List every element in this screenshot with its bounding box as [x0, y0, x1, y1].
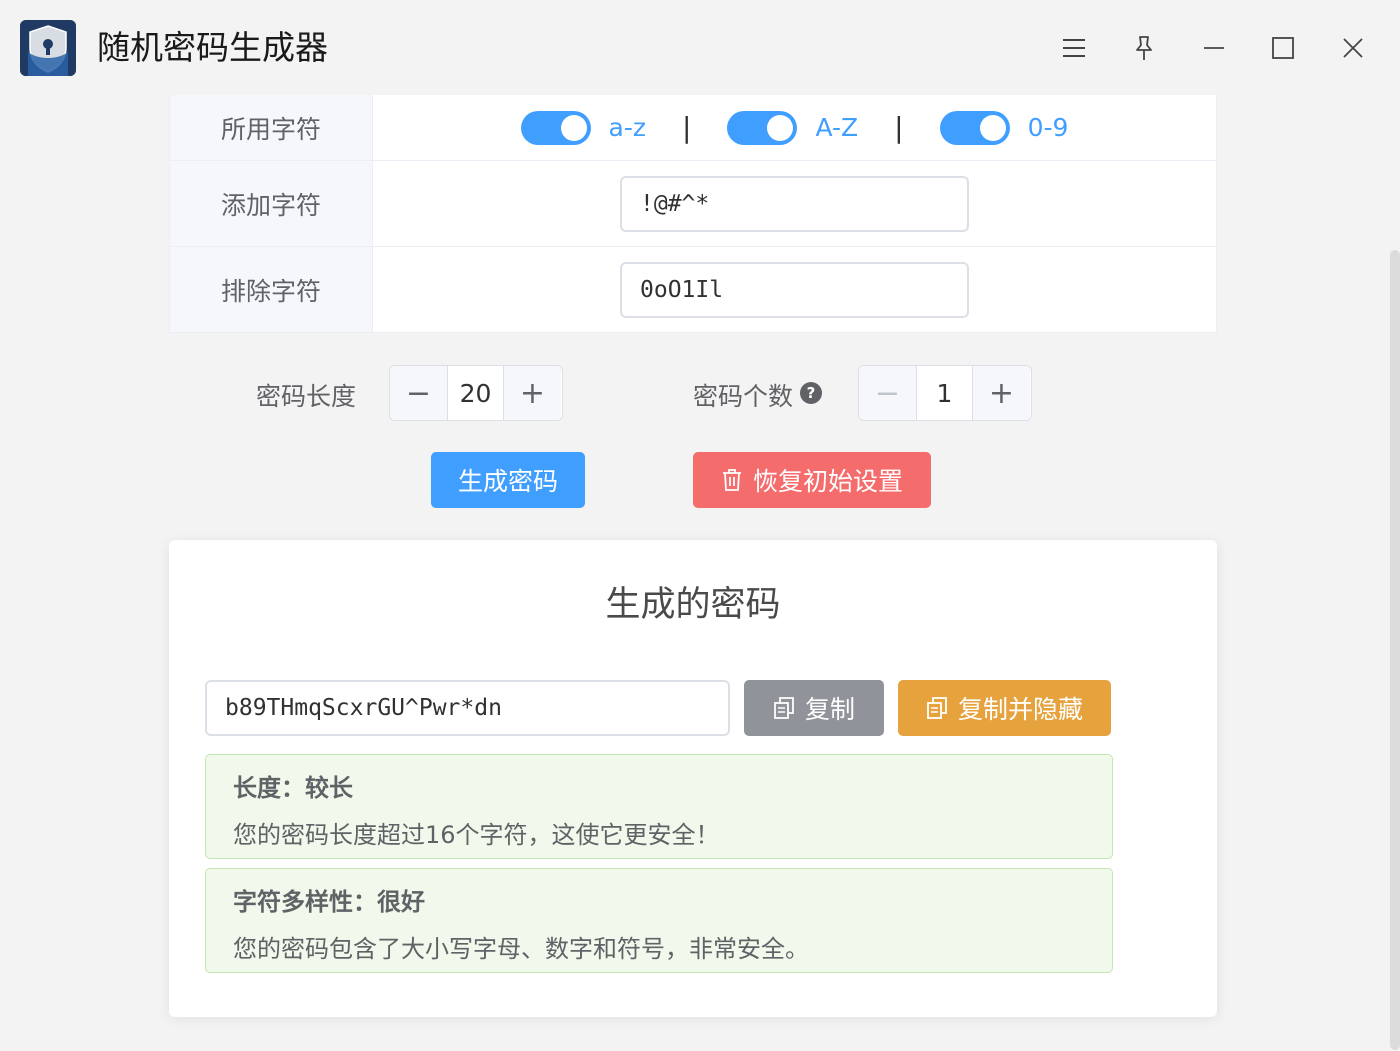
diversity-alert-title: 字符多样性：很好: [233, 888, 425, 916]
length-decrease-button[interactable]: −: [390, 366, 447, 420]
maximize-icon[interactable]: [1263, 28, 1303, 68]
length-alert-title: 长度：较长: [233, 774, 353, 802]
count-stepper: − 1 +: [858, 365, 1032, 421]
count-decrease-button[interactable]: −: [859, 366, 916, 420]
toggle-switch[interactable]: [520, 110, 591, 145]
length-alert: 长度：较长 您的密码长度超过16个字符，这使它更安全！: [205, 754, 1113, 859]
switch-label: a-z: [608, 113, 647, 142]
switch-uppercase[interactable]: A-Z: [727, 110, 859, 145]
toggle-switch[interactable]: [939, 110, 1010, 145]
app-shield-lock-icon: [20, 20, 76, 76]
toggle-switch[interactable]: [727, 110, 798, 145]
count-value[interactable]: 1: [916, 366, 973, 420]
settings-table: 所用字符 a-z | A-Z | 0-9 添加字符 !@#^* 排除字符 0oO…: [169, 95, 1217, 333]
menu-icon[interactable]: [1054, 28, 1094, 68]
copy-button-label: 复制: [804, 695, 855, 724]
title-bar: 随机密码生成器: [0, 0, 1400, 95]
length-stepper: − 20 +: [389, 365, 563, 421]
close-icon[interactable]: [1333, 28, 1373, 68]
reset-button-label: 恢复初始设置: [752, 467, 903, 496]
help-icon[interactable]: ?: [800, 382, 822, 404]
minimize-icon[interactable]: [1194, 28, 1234, 68]
scrollbar[interactable]: [1390, 250, 1400, 1050]
switch-label: A-Z: [815, 113, 859, 142]
trash-icon: [722, 469, 741, 491]
length-increase-button[interactable]: +: [504, 366, 561, 420]
exclude-chars-input[interactable]: 0oO1Il: [620, 261, 969, 318]
copy-hide-button[interactable]: 复制并隐藏: [898, 680, 1111, 736]
diversity-alert-desc: 您的密码包含了大小写字母、数字和符号，非常安全。: [233, 935, 809, 963]
row-exclude-chars: 排除字符 0oO1Il: [170, 246, 1216, 332]
generate-button[interactable]: 生成密码: [431, 452, 585, 508]
length-alert-desc: 您的密码长度超过16个字符，这使它更安全！: [233, 821, 720, 849]
diversity-alert: 字符多样性：很好 您的密码包含了大小写字母、数字和符号，非常安全。: [205, 868, 1113, 973]
separator: |: [894, 111, 904, 144]
pin-icon[interactable]: [1124, 28, 1164, 68]
copy-icon: [774, 697, 794, 719]
count-label: 密码个数: [693, 382, 794, 411]
add-chars-input[interactable]: !@#^*: [620, 175, 969, 232]
copy-button[interactable]: 复制: [744, 680, 884, 736]
row-chars: 所用字符 a-z | A-Z | 0-9: [170, 95, 1216, 160]
app-title: 随机密码生成器: [97, 28, 328, 67]
separator: |: [682, 111, 692, 144]
password-output[interactable]: b89THmqScxrGU^Pwr*dn: [205, 680, 730, 736]
row-add-chars: 添加字符 !@#^*: [170, 160, 1216, 246]
copy-icon: [927, 697, 947, 719]
switch-lowercase[interactable]: a-z: [520, 110, 647, 145]
generate-button-label: 生成密码: [457, 467, 558, 496]
switch-digits[interactable]: 0-9: [939, 110, 1069, 145]
count-increase-button[interactable]: +: [973, 366, 1030, 420]
switch-label: 0-9: [1027, 113, 1069, 142]
result-title: 生成的密码: [605, 585, 781, 625]
add-chars-label: 添加字符: [170, 161, 373, 246]
exclude-chars-label: 排除字符: [170, 247, 373, 332]
length-label: 密码长度: [256, 382, 357, 411]
reset-button[interactable]: 恢复初始设置: [693, 452, 931, 508]
length-value[interactable]: 20: [447, 366, 504, 420]
chars-label: 所用字符: [170, 95, 373, 160]
copy-hide-button-label: 复制并隐藏: [957, 695, 1083, 724]
